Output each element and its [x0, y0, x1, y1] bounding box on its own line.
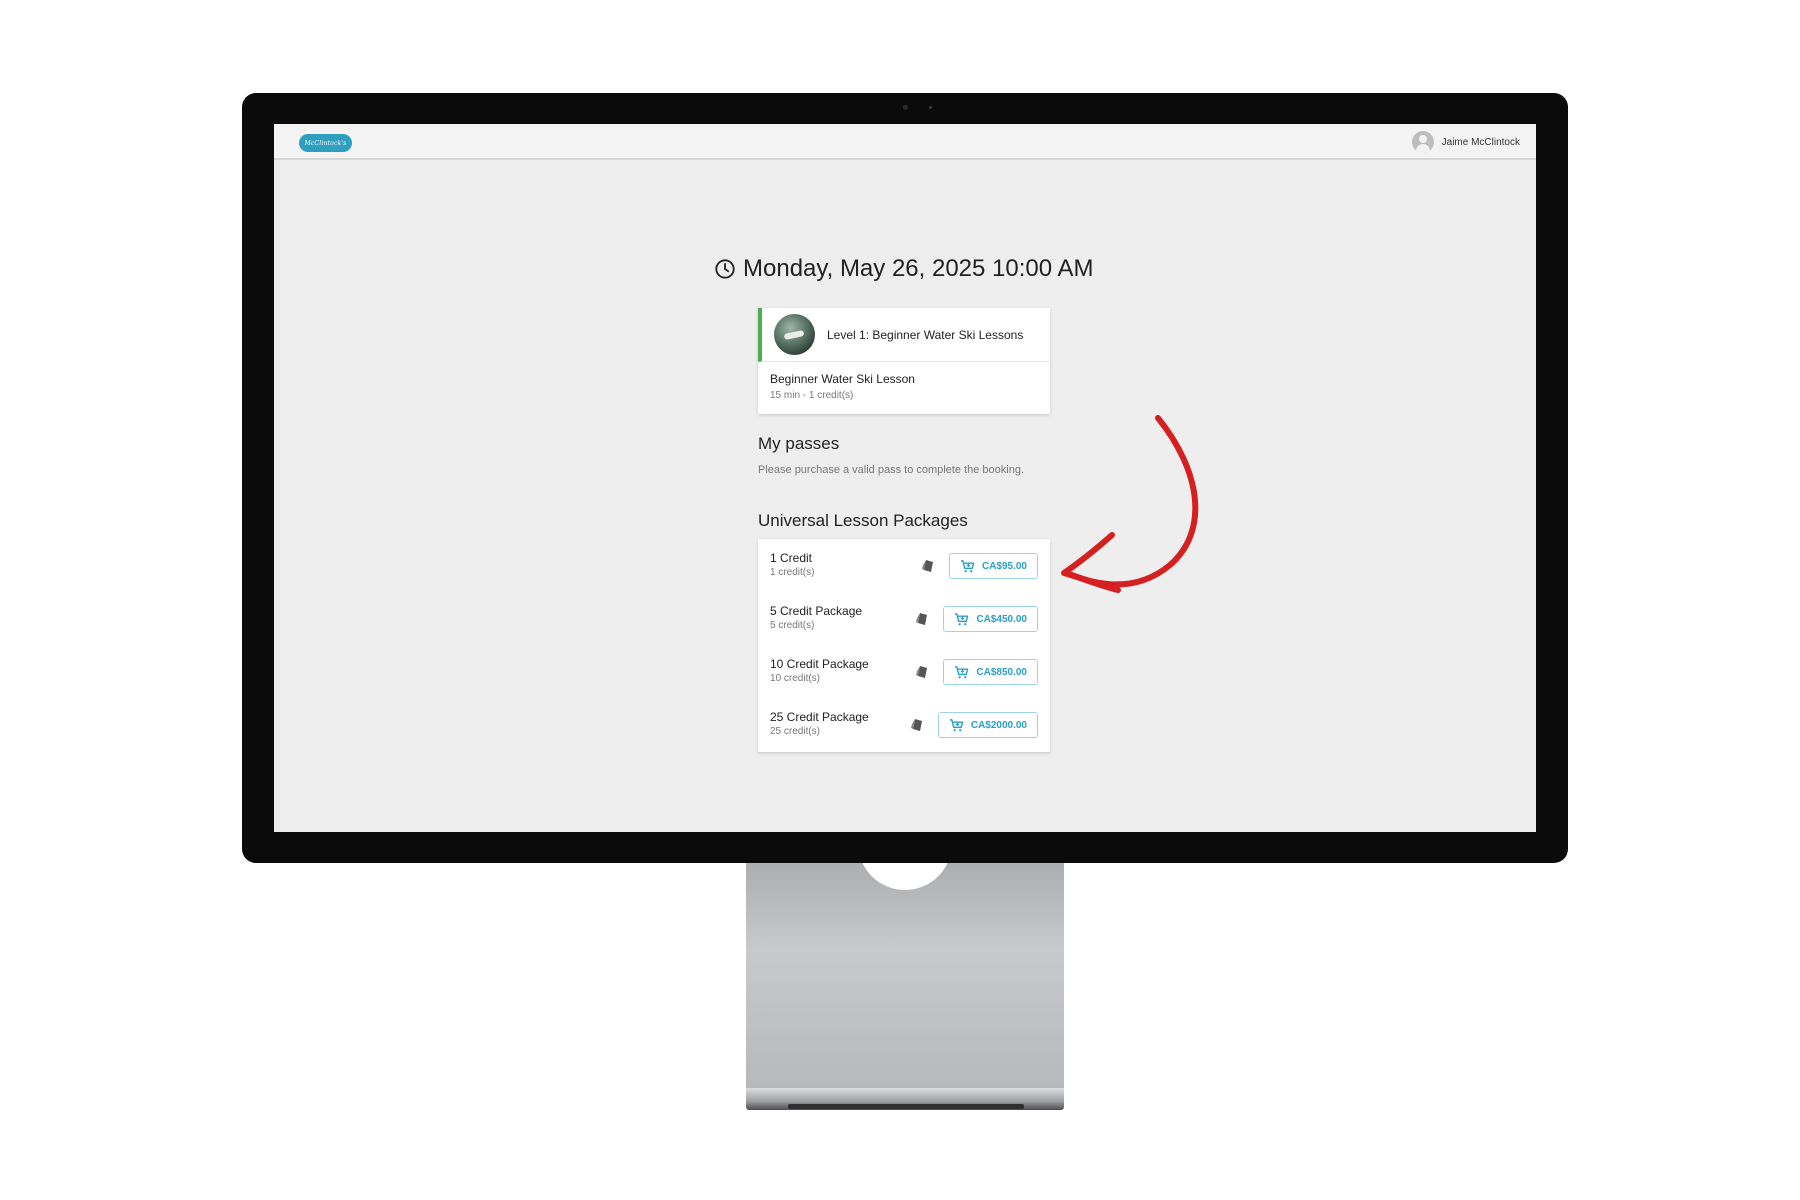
lesson-title: Level 1: Beginner Water Ski Lessons: [827, 327, 1024, 342]
lesson-thumbnail: [774, 314, 815, 355]
cart-icon: [949, 718, 964, 731]
brand-logo-text: McClintock's: [304, 139, 347, 147]
buy-package-button[interactable]: CA$95.00: [948, 553, 1038, 579]
package-price: CA$95.00: [981, 560, 1027, 572]
packages-heading: Universal Lesson Packages: [758, 511, 968, 530]
packages-list: 1 Credit 1 credit(s) CA$95.00 5 Credit P…: [758, 539, 1050, 752]
cart-icon: [955, 665, 969, 678]
package-actions: CA$450.00: [915, 606, 1038, 632]
monitor-stand-foot: [788, 1104, 1024, 1109]
lesson-header: Level 1: Beginner Water Ski Lessons: [758, 308, 1050, 362]
app-header: McClintock's Jaime McClintock: [274, 124, 1536, 160]
buy-package-button[interactable]: CA$850.00: [943, 659, 1038, 685]
list-item: 10 Credit Package 10 credit(s) CA$850.00: [770, 653, 1038, 706]
red-arrow-icon: [1061, 415, 1199, 593]
app-screen: McClintock's Jaime McClintock Monday, Ma…: [274, 124, 1536, 832]
camera-sensor-icon: [929, 106, 932, 109]
date-time-text: Monday, May 26, 2025 10:00 AM: [743, 255, 1094, 282]
package-actions: CA$95.00: [921, 553, 1038, 579]
package-price: CA$450.00: [976, 613, 1027, 625]
user-name: Jaime McClintock: [1441, 136, 1520, 148]
package-name: 1 Credit: [770, 551, 813, 565]
camera-icon: [903, 105, 908, 110]
passes-note: Please purchase a valid pass to complete…: [758, 464, 1024, 476]
list-item: 25 Credit Package 25 credit(s) CA$2000.0…: [770, 706, 1038, 759]
lesson-details: Beginner Water Ski Lesson 15 min - 1 cre…: [758, 362, 1050, 411]
passes-heading: My passes: [758, 434, 840, 453]
package-actions: CA$2000.00: [910, 712, 1038, 738]
user-avatar-icon: [1411, 131, 1434, 153]
lesson-card: Level 1: Beginner Water Ski Lessons Begi…: [758, 308, 1050, 414]
monitor-mockup: McClintock's Jaime McClintock Monday, Ma…: [0, 0, 1800, 1200]
package-name: 25 Credit Package: [770, 710, 869, 724]
lesson-name: Beginner Water Ski Lesson: [770, 372, 915, 386]
package-price: CA$850.00: [976, 666, 1027, 678]
buy-package-button[interactable]: CA$450.00: [943, 606, 1038, 632]
monitor-stand: [746, 855, 1064, 1091]
package-actions: CA$850.00: [915, 659, 1038, 685]
package-name: 5 Credit Package: [770, 604, 863, 618]
cart-icon: [960, 559, 975, 572]
list-item: 5 Credit Package 5 credit(s) CA$450.00: [770, 600, 1038, 653]
lesson-meta: 15 min - 1 credit(s): [770, 390, 854, 401]
booking-date: Monday, May 26, 2025 10:00 AM: [714, 254, 1093, 284]
tag-icon[interactable]: [915, 611, 931, 627]
package-name: 10 Credit Package: [770, 657, 869, 671]
package-price: CA$2000.00: [970, 719, 1027, 731]
list-item: 1 Credit 1 credit(s) CA$95.00: [770, 547, 1038, 600]
tag-icon[interactable]: [915, 664, 931, 680]
package-credits: 1 credit(s): [770, 567, 815, 578]
user-menu[interactable]: Jaime McClintock: [1411, 130, 1520, 154]
tag-icon[interactable]: [910, 717, 926, 733]
package-credits: 25 credit(s): [770, 726, 821, 737]
cart-icon: [955, 612, 969, 625]
clock-icon: [715, 259, 735, 279]
tag-icon[interactable]: [921, 558, 937, 574]
package-credits: 5 credit(s): [770, 620, 815, 631]
brand-logo[interactable]: McClintock's: [299, 134, 352, 152]
buy-package-button[interactable]: CA$2000.00: [937, 712, 1038, 738]
package-credits: 10 credit(s): [770, 673, 821, 684]
